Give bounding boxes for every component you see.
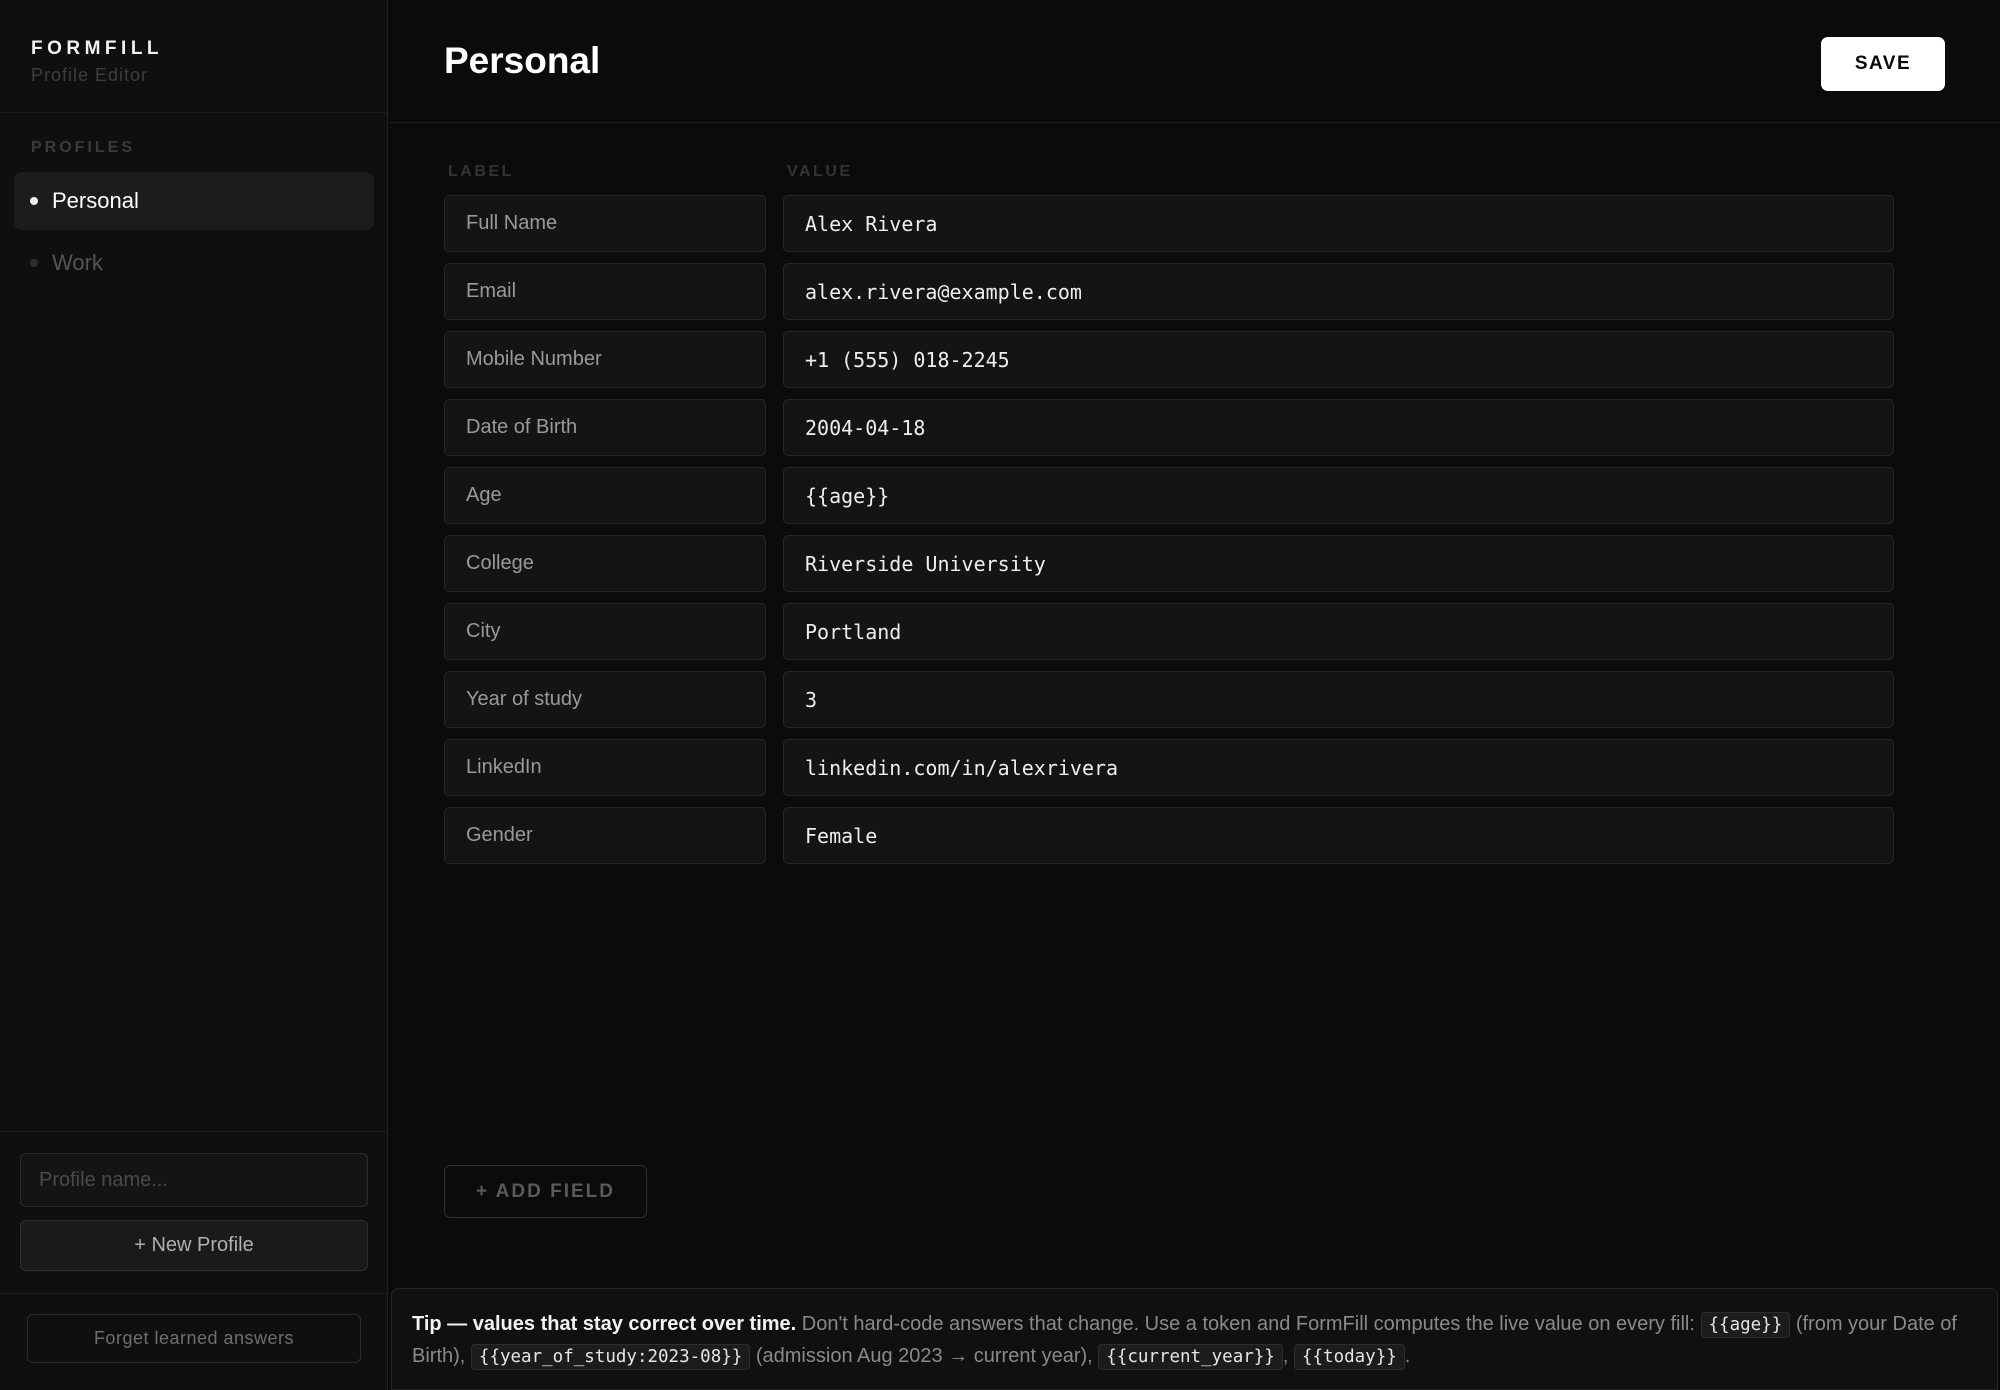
brand-subtitle: Profile Editor bbox=[31, 65, 149, 85]
field-label-input[interactable]: Mobile Number bbox=[444, 331, 766, 388]
profile-item-label: Work bbox=[52, 250, 103, 275]
field-row: Year of study 3 bbox=[444, 671, 1894, 728]
tip-text: (admission Aug 2023 → current year), bbox=[750, 1345, 1099, 1367]
field-label-input[interactable]: Gender bbox=[444, 807, 766, 864]
field-label-input[interactable]: Year of study bbox=[444, 671, 766, 728]
profiles-section-label: PROFILES bbox=[31, 139, 136, 156]
brand: FORMFILL Profile Editor bbox=[31, 38, 163, 86]
profile-item-personal[interactable]: Personal bbox=[14, 172, 374, 230]
field-label-input[interactable]: Date of Birth bbox=[444, 399, 766, 456]
field-label-input[interactable]: College bbox=[444, 535, 766, 592]
field-value-input[interactable]: alex.rivera@example.com bbox=[783, 263, 1894, 320]
inactive-dot-icon bbox=[30, 259, 38, 267]
tip-banner: Tip — values that stay correct over time… bbox=[391, 1288, 1998, 1390]
save-button[interactable]: SAVE bbox=[1821, 37, 1945, 91]
field-row: Age {{age}} bbox=[444, 467, 1894, 524]
profile-item-work[interactable]: Work bbox=[14, 234, 374, 292]
sidebar: FORMFILL Profile Editor PROFILES Persona… bbox=[0, 0, 388, 1390]
add-field-button[interactable]: + ADD FIELD bbox=[444, 1165, 647, 1218]
field-label-input[interactable]: LinkedIn bbox=[444, 739, 766, 796]
profile-item-label: Personal bbox=[52, 188, 139, 213]
page-title: Personal bbox=[444, 40, 601, 81]
field-value-input[interactable]: linkedin.com/in/alexrivera bbox=[783, 739, 1894, 796]
field-row: Email alex.rivera@example.com bbox=[444, 263, 1894, 320]
age-token: {{age}} bbox=[1700, 1312, 1791, 1338]
field-label-input[interactable]: Full Name bbox=[444, 195, 766, 252]
active-dot-icon bbox=[30, 197, 38, 205]
sidebar-divider bbox=[0, 1131, 387, 1132]
year-of-study-token: {{year_of_study:2023-08}} bbox=[470, 1344, 751, 1370]
new-profile-button[interactable]: + New Profile bbox=[20, 1220, 368, 1271]
field-label-input[interactable]: Email bbox=[444, 263, 766, 320]
profile-name-input[interactable] bbox=[20, 1153, 368, 1207]
field-value-input[interactable]: Female bbox=[783, 807, 1894, 864]
tip-text: Don't hard-code answers that change. Use… bbox=[796, 1313, 1701, 1335]
header: Personal SAVE bbox=[389, 0, 2000, 123]
field-value-input[interactable]: +1 (555) 018-2245 bbox=[783, 331, 1894, 388]
field-value-input[interactable]: Portland bbox=[783, 603, 1894, 660]
sidebar-divider bbox=[0, 1293, 387, 1294]
tip-end: . bbox=[1404, 1345, 1411, 1367]
field-label-input[interactable]: City bbox=[444, 603, 766, 660]
forget-learned-answers-button[interactable]: Forget learned answers bbox=[27, 1314, 361, 1363]
tip-title: Tip — values that stay correct over time… bbox=[412, 1313, 797, 1335]
brand-name: FORMFILL bbox=[31, 38, 164, 59]
field-value-input[interactable]: 3 bbox=[783, 671, 1894, 728]
field-row: Date of Birth 2004-04-18 bbox=[444, 399, 1894, 456]
field-row: LinkedIn linkedin.com/in/alexrivera bbox=[444, 739, 1894, 796]
field-row: Full Name Alex Rivera bbox=[444, 195, 1894, 252]
field-row: City Portland bbox=[444, 603, 1894, 660]
value-column-header: VALUE bbox=[787, 163, 853, 180]
field-value-input[interactable]: Riverside University bbox=[783, 535, 1894, 592]
field-row: Mobile Number +1 (555) 018-2245 bbox=[444, 331, 1894, 388]
field-value-input[interactable]: Alex Rivera bbox=[783, 195, 1894, 252]
field-row: Gender Female bbox=[444, 807, 1894, 864]
field-value-input[interactable]: {{age}} bbox=[783, 467, 1894, 524]
today-token: {{today}} bbox=[1293, 1344, 1405, 1370]
sidebar-divider bbox=[0, 112, 387, 113]
current-year-token: {{current_year}} bbox=[1098, 1344, 1283, 1370]
field-row: College Riverside University bbox=[444, 535, 1894, 592]
label-column-header: LABEL bbox=[448, 163, 514, 180]
field-value-input[interactable]: 2004-04-18 bbox=[783, 399, 1894, 456]
main-panel: Personal SAVE LABEL VALUE Full Name Alex… bbox=[389, 0, 2000, 1390]
tip-separator: , bbox=[1282, 1345, 1294, 1367]
field-label-input[interactable]: Age bbox=[444, 467, 766, 524]
